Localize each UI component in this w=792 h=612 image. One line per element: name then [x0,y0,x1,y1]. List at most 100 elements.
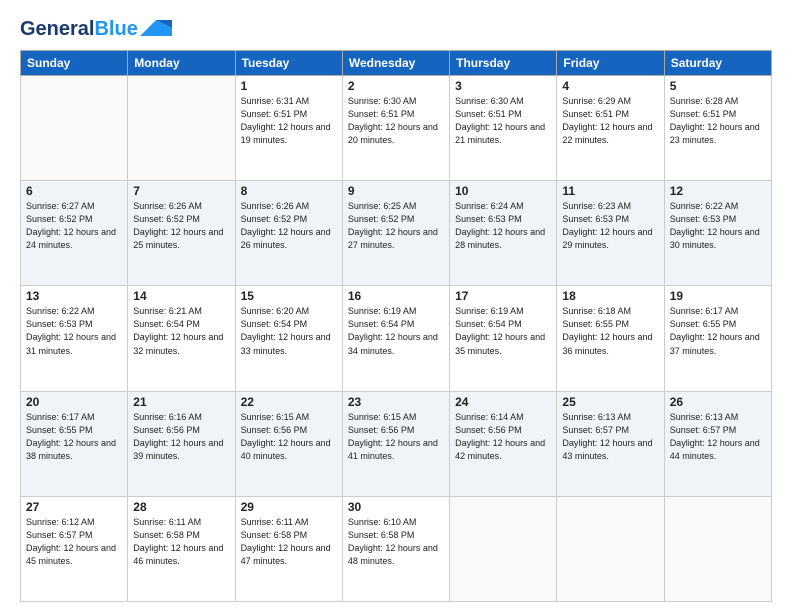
col-header-wednesday: Wednesday [342,51,449,76]
day-info: Sunrise: 6:20 AMSunset: 6:54 PMDaylight:… [241,305,337,357]
calendar-cell: 4Sunrise: 6:29 AMSunset: 6:51 PMDaylight… [557,76,664,181]
day-info: Sunrise: 6:24 AMSunset: 6:53 PMDaylight:… [455,200,551,252]
calendar-cell: 11 Sunrise: 6:23 AMSunset: 6:53 PMDayligh… [557,181,664,286]
day-number: 9 [348,184,444,198]
day-number: 15 [241,289,337,303]
logo-icon [140,18,172,38]
day-number: 24 [455,395,551,409]
calendar-cell: 27 Sunrise: 6:12 AMSunset: 6:57 PMDayligh… [21,496,128,601]
calendar-cell: 25 Sunrise: 6:13 AMSunset: 6:57 PMDayligh… [557,391,664,496]
col-header-tuesday: Tuesday [235,51,342,76]
calendar-cell [450,496,557,601]
day-info: Sunrise: 6:21 AMSunset: 6:54 PMDaylight:… [133,305,229,357]
calendar-cell: 22 Sunrise: 6:15 AMSunset: 6:56 PMDayligh… [235,391,342,496]
day-info: Sunrise: 6:18 AMSunset: 6:55 PMDaylight:… [562,305,658,357]
day-number: 30 [348,500,444,514]
day-info: Sunrise: 6:22 AMSunset: 6:53 PMDaylight:… [670,200,766,252]
day-info: Sunrise: 6:12 AMSunset: 6:57 PMDaylight:… [26,516,122,568]
day-info: Sunrise: 6:30 AMSunset: 6:51 PMDaylight:… [348,95,444,147]
day-info: Sunrise: 6:26 AMSunset: 6:52 PMDaylight:… [241,200,337,252]
calendar-cell: 19Sunrise: 6:17 AMSunset: 6:55 PMDayligh… [664,286,771,391]
calendar-cell: 2Sunrise: 6:30 AMSunset: 6:51 PMDaylight… [342,76,449,181]
day-info: Sunrise: 6:28 AMSunset: 6:51 PMDaylight:… [670,95,766,147]
page: GeneralBlue SundayMondayTuesdayWednesday… [0,0,792,612]
calendar-cell [664,496,771,601]
day-number: 13 [26,289,122,303]
col-header-sunday: Sunday [21,51,128,76]
day-number: 16 [348,289,444,303]
header: GeneralBlue [20,18,772,40]
day-number: 23 [348,395,444,409]
day-number: 22 [241,395,337,409]
day-number: 6 [26,184,122,198]
calendar-cell: 28Sunrise: 6:11 AMSunset: 6:58 PMDayligh… [128,496,235,601]
day-number: 3 [455,79,551,93]
day-info: Sunrise: 6:31 AMSunset: 6:51 PMDaylight:… [241,95,337,147]
day-number: 5 [670,79,766,93]
day-info: Sunrise: 6:13 AMSunset: 6:57 PMDaylight:… [562,411,658,463]
day-info: Sunrise: 6:17 AMSunset: 6:55 PMDaylight:… [26,411,122,463]
col-header-monday: Monday [128,51,235,76]
calendar-header-row: SundayMondayTuesdayWednesdayThursdayFrid… [21,51,772,76]
calendar-cell: 6Sunrise: 6:27 AMSunset: 6:52 PMDaylight… [21,181,128,286]
logo: GeneralBlue [20,18,172,40]
day-number: 21 [133,395,229,409]
col-header-friday: Friday [557,51,664,76]
calendar-cell: 10 Sunrise: 6:24 AMSunset: 6:53 PMDayligh… [450,181,557,286]
calendar-cell: 9Sunrise: 6:25 AMSunset: 6:52 PMDaylight… [342,181,449,286]
calendar-cell: 13 Sunrise: 6:22 AMSunset: 6:53 PMDayligh… [21,286,128,391]
week-row-4: 20Sunrise: 6:17 AMSunset: 6:55 PMDayligh… [21,391,772,496]
day-number: 25 [562,395,658,409]
day-info: Sunrise: 6:19 AMSunset: 6:54 PMDaylight:… [348,305,444,357]
calendar-cell: 30 Sunrise: 6:10 AMSunset: 6:58 PMDayligh… [342,496,449,601]
day-info: Sunrise: 6:11 AMSunset: 6:58 PMDaylight:… [133,516,229,568]
logo-text: GeneralBlue [20,18,138,40]
day-number: 11 [562,184,658,198]
calendar-cell: 21 Sunrise: 6:16 AMSunset: 6:56 PMDayligh… [128,391,235,496]
day-number: 8 [241,184,337,198]
col-header-saturday: Saturday [664,51,771,76]
day-info: Sunrise: 6:11 AMSunset: 6:58 PMDaylight:… [241,516,337,568]
calendar-cell: 23Sunrise: 6:15 AMSunset: 6:56 PMDayligh… [342,391,449,496]
calendar-cell: 16 Sunrise: 6:19 AMSunset: 6:54 PMDayligh… [342,286,449,391]
calendar-cell: 1 Sunrise: 6:31 AMSunset: 6:51 PMDaylight… [235,76,342,181]
day-info: Sunrise: 6:23 AMSunset: 6:53 PMDaylight:… [562,200,658,252]
logo-blue: Blue [94,18,137,40]
day-info: Sunrise: 6:15 AMSunset: 6:56 PMDaylight:… [241,411,337,463]
calendar-cell: 7 Sunrise: 6:26 AMSunset: 6:52 PMDaylight… [128,181,235,286]
week-row-5: 27 Sunrise: 6:12 AMSunset: 6:57 PMDayligh… [21,496,772,601]
day-info: Sunrise: 6:16 AMSunset: 6:56 PMDaylight:… [133,411,229,463]
calendar-cell: 26Sunrise: 6:13 AMSunset: 6:57 PMDayligh… [664,391,771,496]
day-number: 18 [562,289,658,303]
calendar-cell: 3Sunrise: 6:30 AMSunset: 6:51 PMDaylight… [450,76,557,181]
logo-general: General [20,18,94,40]
day-info: Sunrise: 6:19 AMSunset: 6:54 PMDaylight:… [455,305,551,357]
day-number: 14 [133,289,229,303]
day-number: 4 [562,79,658,93]
calendar-cell: 18 Sunrise: 6:18 AMSunset: 6:55 PMDayligh… [557,286,664,391]
calendar-cell: 24 Sunrise: 6:14 AMSunset: 6:56 PMDayligh… [450,391,557,496]
day-info: Sunrise: 6:14 AMSunset: 6:56 PMDaylight:… [455,411,551,463]
day-number: 29 [241,500,337,514]
week-row-3: 13 Sunrise: 6:22 AMSunset: 6:53 PMDayligh… [21,286,772,391]
calendar-table: SundayMondayTuesdayWednesdayThursdayFrid… [20,50,772,602]
calendar-cell: 29 Sunrise: 6:11 AMSunset: 6:58 PMDayligh… [235,496,342,601]
day-info: Sunrise: 6:10 AMSunset: 6:58 PMDaylight:… [348,516,444,568]
calendar-cell: 12Sunrise: 6:22 AMSunset: 6:53 PMDayligh… [664,181,771,286]
col-header-thursday: Thursday [450,51,557,76]
calendar-cell: 20Sunrise: 6:17 AMSunset: 6:55 PMDayligh… [21,391,128,496]
day-number: 27 [26,500,122,514]
calendar-cell: 17Sunrise: 6:19 AMSunset: 6:54 PMDayligh… [450,286,557,391]
day-info: Sunrise: 6:22 AMSunset: 6:53 PMDaylight:… [26,305,122,357]
calendar-cell: 15 Sunrise: 6:20 AMSunset: 6:54 PMDayligh… [235,286,342,391]
calendar-cell [21,76,128,181]
day-number: 7 [133,184,229,198]
day-info: Sunrise: 6:26 AMSunset: 6:52 PMDaylight:… [133,200,229,252]
day-number: 10 [455,184,551,198]
week-row-2: 6Sunrise: 6:27 AMSunset: 6:52 PMDaylight… [21,181,772,286]
day-info: Sunrise: 6:13 AMSunset: 6:57 PMDaylight:… [670,411,766,463]
day-number: 1 [241,79,337,93]
calendar-cell: 8 Sunrise: 6:26 AMSunset: 6:52 PMDaylight… [235,181,342,286]
calendar-cell [557,496,664,601]
day-info: Sunrise: 6:17 AMSunset: 6:55 PMDaylight:… [670,305,766,357]
